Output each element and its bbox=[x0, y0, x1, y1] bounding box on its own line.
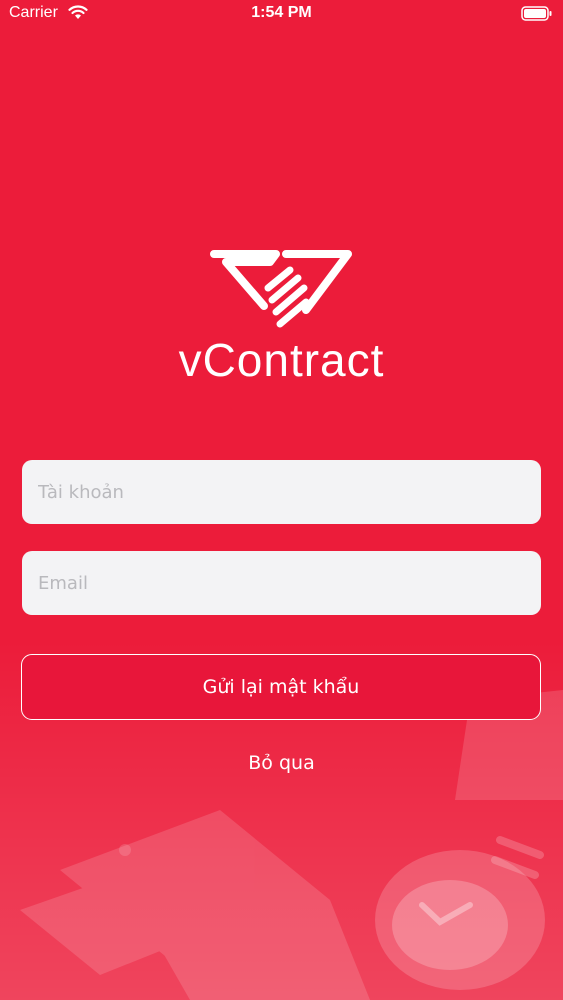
resend-password-button[interactable]: Gửi lại mật khẩu bbox=[21, 654, 541, 720]
status-bar: Carrier 1:54 PM bbox=[0, 0, 563, 30]
clock-time: 1:54 PM bbox=[251, 4, 312, 21]
resend-password-label: Gửi lại mật khẩu bbox=[202, 676, 360, 698]
app-logo-text: vContract bbox=[178, 334, 385, 386]
skip-button[interactable]: Bỏ qua bbox=[248, 752, 314, 774]
username-field[interactable] bbox=[22, 460, 541, 524]
email-input[interactable] bbox=[36, 571, 527, 595]
skip-link-row: Bỏ qua bbox=[0, 752, 563, 774]
battery-icon bbox=[521, 6, 552, 21]
email-field[interactable] bbox=[22, 551, 541, 615]
username-input[interactable] bbox=[36, 480, 527, 504]
vcontract-logo-icon bbox=[210, 250, 352, 328]
